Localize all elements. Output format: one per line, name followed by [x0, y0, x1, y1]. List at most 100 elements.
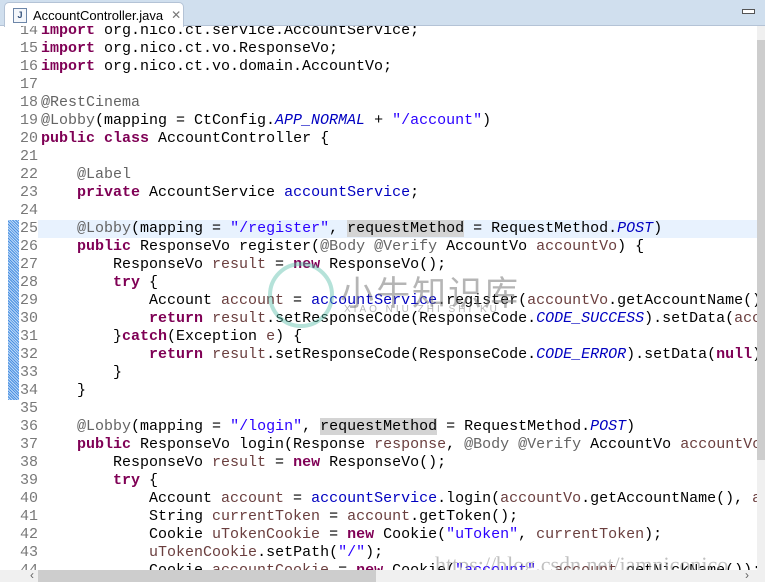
code-token: @Body — [320, 238, 366, 255]
watermark-logo-icon — [268, 262, 334, 328]
code-line[interactable]: 37 public ResponseVo login(Response resp… — [0, 436, 757, 454]
code-line[interactable]: 34 } — [0, 382, 757, 400]
code-line[interactable]: 18 @RestCinema — [0, 94, 757, 112]
code-token: import — [41, 26, 96, 39]
code-line[interactable]: 20 public class AccountController { — [0, 130, 757, 148]
code-text: import org.nico.ct.vo.domain.AccountVo; — [41, 58, 392, 76]
code-text: public ResponseVo register(@Body @Verify… — [41, 238, 644, 256]
code-line[interactable]: 25 @Lobby(mapping = "/register", request… — [0, 220, 757, 238]
range-indicator — [8, 220, 19, 400]
line-number: 27 — [19, 256, 38, 273]
code-line[interactable]: 24 — [0, 202, 757, 220]
code-line[interactable]: 21 — [0, 148, 757, 166]
line-number: 33 — [19, 364, 38, 381]
code-line[interactable]: 39 try { — [0, 472, 757, 490]
code-token: currentToken — [536, 526, 645, 543]
code-line[interactable]: 15 import org.nico.ct.vo.ResponseVo; — [0, 40, 757, 58]
code-line[interactable]: 42 Cookie uTokenCookie = new Cookie("uTo… — [0, 526, 757, 544]
code-token: ResponseVo(); — [320, 454, 447, 471]
vertical-scrollbar[interactable] — [757, 26, 765, 570]
code-token: public — [77, 436, 132, 453]
code-line[interactable]: 16 import org.nico.ct.vo.domain.AccountVo… — [0, 58, 757, 76]
code-token: } — [41, 364, 123, 381]
tab-account-controller[interactable]: J AccountController.java ✕ — [4, 2, 184, 27]
code-token: result — [212, 454, 267, 471]
code-line[interactable]: 19 @Lobby(mapping = CtConfig.APP_NORMAL +… — [0, 112, 757, 130]
code-line[interactable]: 17 — [0, 76, 757, 94]
code-token: ).setData( — [644, 310, 735, 327]
line-number: 37 — [19, 436, 38, 453]
code-line[interactable]: 40 Account account = accountService.logi… — [0, 490, 757, 508]
code-line[interactable]: 14 import org.nico.ct.service.AccountServ… — [0, 26, 757, 40]
code-token: "/account" — [392, 112, 483, 129]
code-line[interactable]: 22 @Label — [0, 166, 757, 184]
line-number: 19 — [19, 112, 38, 129]
code-token: , — [446, 436, 465, 453]
code-line[interactable]: 38 ResponseVo result = new ResponseVo(); — [0, 454, 757, 472]
line-number: 21 — [19, 148, 38, 165]
scroll-left-icon[interactable]: ‹ — [30, 568, 34, 582]
code-token: Account — [41, 490, 222, 507]
code-token: response — [374, 436, 447, 453]
code-token: , — [302, 418, 321, 435]
code-line[interactable]: 41 String currentToken = account.getToke… — [0, 508, 757, 526]
code-text: @RestCinema — [41, 94, 140, 112]
code-text: try { — [41, 472, 158, 490]
code-token: result — [212, 310, 267, 327]
code-token: String — [41, 508, 213, 525]
code-text: Account account = accountService.login(a… — [41, 490, 757, 508]
code-line[interactable]: 32 return result.setResponseCode(Respons… — [0, 346, 757, 364]
code-line[interactable]: 35 — [0, 400, 757, 418]
minimize-icon[interactable] — [742, 9, 755, 14]
code-text: @Lobby(mapping = CtConfig.APP_NORMAL + "… — [41, 112, 491, 130]
code-token: org.nico.ct.vo.domain.AccountVo; — [95, 58, 393, 75]
tab-title: AccountController.java — [33, 7, 164, 23]
code-token: catch — [122, 328, 168, 345]
code-line[interactable]: 23 private AccountService accountService… — [0, 184, 757, 202]
code-token: @RestCinema — [41, 94, 141, 111]
code-token: requestMethod — [347, 220, 465, 237]
code-token: ResponseVo — [41, 256, 213, 273]
code-text: import org.nico.ct.vo.ResponseVo; — [41, 40, 338, 58]
code-line[interactable]: 36 @Lobby(mapping = "/login", requestMet… — [0, 418, 757, 436]
code-token: new — [293, 454, 321, 471]
code-text: import org.nico.ct.service.AccountServic… — [41, 26, 419, 40]
code-line[interactable]: 26 public ResponseVo register(@Body @Ver… — [0, 238, 757, 256]
code-token: Account — [41, 292, 222, 309]
code-token: @Verify — [374, 238, 438, 255]
code-token: , — [518, 526, 537, 543]
horizontal-scrollbar[interactable]: ‹ › — [0, 568, 765, 582]
close-icon[interactable]: ✕ — [171, 8, 181, 22]
code-line[interactable]: 33 } — [0, 364, 757, 382]
horizontal-scroll-thumb[interactable] — [38, 570, 376, 582]
code-line[interactable]: 31 }catch(Exception e) { — [0, 328, 757, 346]
code-token: new — [356, 562, 383, 570]
vertical-scroll-thumb[interactable] — [757, 40, 765, 460]
code-token: class — [104, 130, 150, 147]
code-text: try { — [41, 274, 158, 292]
code-token: "/" — [338, 544, 366, 561]
code-token: , — [329, 220, 348, 237]
code-token: uTokenCookie — [149, 544, 258, 561]
line-number: 39 — [19, 472, 38, 489]
editor-tab-bar: J AccountController.java ✕ — [0, 0, 765, 27]
code-token: .getToken(); — [410, 508, 519, 525]
code-token: import — [41, 58, 96, 75]
code-token: public — [41, 130, 96, 147]
code-text: Cookie uTokenCookie = new Cookie("uToken… — [41, 526, 662, 544]
line-number: 17 — [19, 76, 38, 93]
code-token: AccountVo — [437, 238, 537, 255]
code-token: { — [140, 472, 159, 489]
code-token: accountService — [311, 490, 438, 507]
scroll-right-icon[interactable]: › — [745, 568, 749, 582]
code-token: ); — [365, 544, 384, 561]
line-number: 34 — [19, 382, 38, 399]
